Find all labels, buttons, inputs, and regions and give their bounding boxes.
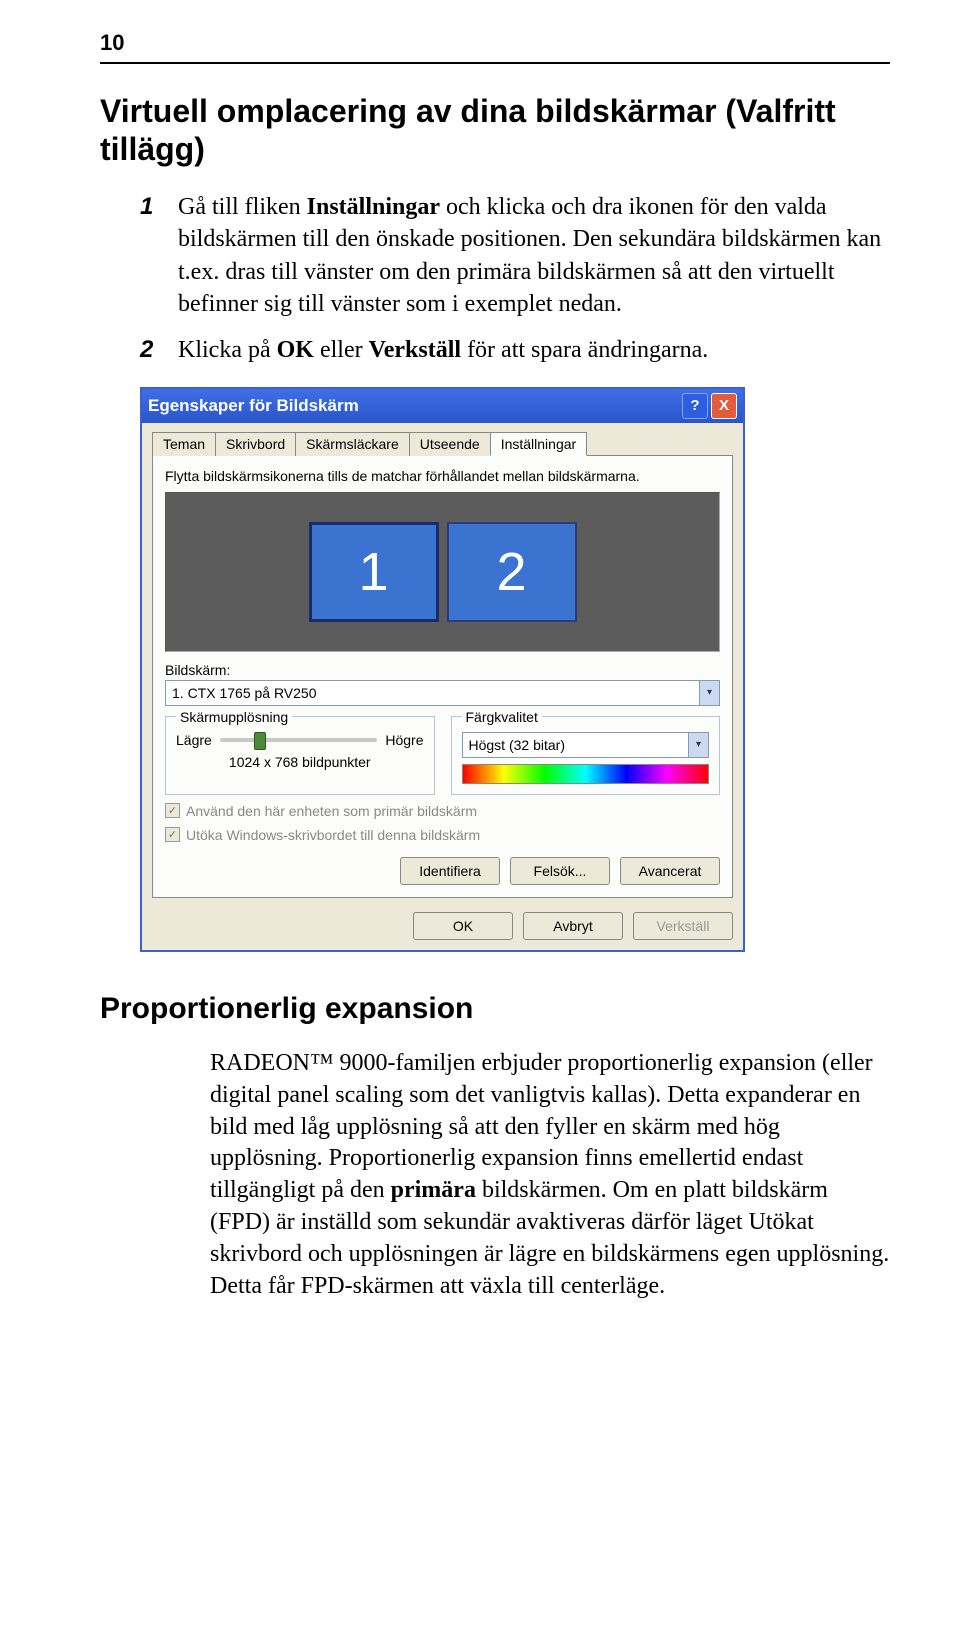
ok-button[interactable]: OK: [413, 912, 513, 940]
titlebar: Egenskaper för Bildskärm ? X: [142, 389, 743, 423]
tab-teman[interactable]: Teman: [152, 432, 216, 456]
tab-skrivbord[interactable]: Skrivbord: [215, 432, 296, 456]
help-button[interactable]: ?: [682, 393, 708, 419]
resolution-value: 1024 x 768 bildpunkter: [176, 754, 424, 770]
display-properties-dialog: Egenskaper för Bildskärm ? X Teman Skriv…: [140, 387, 745, 952]
bildskarm-label: Bildskärm:: [165, 662, 720, 678]
monitor-2-icon[interactable]: 2: [447, 522, 577, 622]
primary-monitor-checkbox-row: ✓ Använd den här enheten som primär bild…: [165, 803, 720, 819]
resolution-low-label: Lägre: [176, 732, 212, 748]
checkbox-primary-label: Använd den här enheten som primär bildsk…: [186, 803, 477, 819]
slider-thumb[interactable]: [254, 732, 266, 750]
step-number: 2: [140, 334, 162, 366]
chevron-down-icon[interactable]: ▾: [688, 733, 708, 757]
tab-installningar[interactable]: Inställningar: [490, 432, 588, 456]
bildskarm-dropdown[interactable]: 1. CTX 1765 på RV250 ▾: [165, 680, 720, 706]
monitor-1-icon[interactable]: 1: [309, 522, 439, 622]
color-quality-dropdown[interactable]: Högst (32 bitar) ▾: [462, 732, 710, 758]
tab-skarmslackare[interactable]: Skärmsläckare: [295, 432, 410, 456]
color-quality-value: Högst (32 bitar): [463, 737, 689, 753]
cancel-button[interactable]: Avbryt: [523, 912, 623, 940]
dialog-title: Egenskaper för Bildskärm: [148, 396, 359, 416]
step-item: 2 Klicka på OK eller Verkställ för att s…: [140, 334, 890, 366]
step-item: 1 Gå till fliken Inställningar och klick…: [140, 191, 890, 321]
checkbox-extend-label: Utöka Windows-skrivbordet till denna bil…: [186, 827, 480, 843]
chevron-down-icon[interactable]: ▾: [699, 681, 719, 705]
apply-button[interactable]: Verkställ: [633, 912, 733, 940]
heading-proportional-expansion: Proportionerlig expansion: [100, 992, 890, 1026]
step-list: 1 Gå till fliken Inställningar och klick…: [140, 191, 890, 367]
extend-desktop-checkbox-row: ✓ Utöka Windows-skrivbordet till denna b…: [165, 827, 720, 843]
identify-button[interactable]: Identifiera: [400, 857, 500, 885]
checkbox-primary[interactable]: ✓: [165, 803, 180, 818]
resolution-legend: Skärmupplösning: [176, 709, 292, 725]
monitor-arrangement-area[interactable]: 1 2: [165, 492, 720, 652]
page-number: 10: [100, 30, 890, 56]
checkbox-extend[interactable]: ✓: [165, 827, 180, 842]
resolution-slider[interactable]: [220, 738, 378, 742]
troubleshoot-button[interactable]: Felsök...: [510, 857, 610, 885]
color-quality-legend: Färgkvalitet: [462, 709, 542, 725]
advanced-button[interactable]: Avancerat: [620, 857, 720, 885]
step-text: Gå till fliken Inställningar och klicka …: [178, 191, 890, 321]
color-quality-fieldset: Färgkvalitet Högst (32 bitar) ▾: [451, 716, 721, 795]
bildskarm-value: 1. CTX 1765 på RV250: [166, 685, 699, 701]
tab-utseende[interactable]: Utseende: [409, 432, 491, 456]
resolution-high-label: Högre: [385, 732, 423, 748]
step-number: 1: [140, 191, 162, 321]
heading-virtual-placement: Virtuell omplacering av dina bildskärmar…: [100, 92, 890, 169]
close-button[interactable]: X: [711, 393, 737, 419]
instruction-text: Flytta bildskärmsikonerna tills de match…: [165, 468, 720, 484]
step-text: Klicka på OK eller Verkställ för att spa…: [178, 334, 890, 366]
divider: [100, 62, 890, 64]
resolution-fieldset: Skärmupplösning Lägre Högre 1024 x 768 b…: [165, 716, 435, 795]
color-spectrum-preview: [462, 764, 710, 784]
proportional-expansion-paragraph: RADEON™ 9000-familjen erbjuder proportio…: [210, 1048, 890, 1303]
